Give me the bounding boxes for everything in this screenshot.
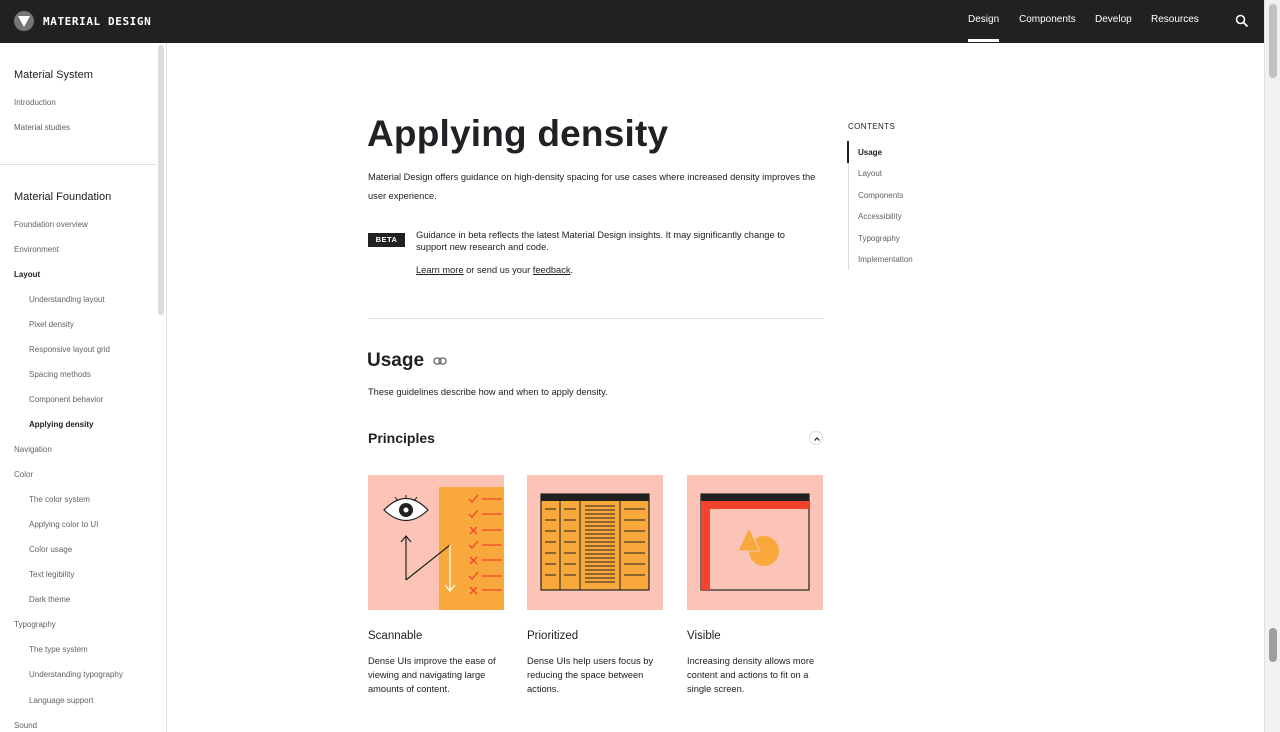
sidebar-item-responsive-layout-grid[interactable]: Responsive layout grid <box>29 345 110 354</box>
sidebar: Material System Introduction Material st… <box>0 43 167 732</box>
sidebar-item-foundation-overview[interactable]: Foundation overview <box>14 220 88 229</box>
card-title-prioritized: Prioritized <box>527 630 579 642</box>
beta-notice-text: Guidance in beta reflects the latest Mat… <box>416 230 785 252</box>
beta-links: Learn more or send us your feedback. <box>416 265 573 275</box>
sidebar-item-pixel-density[interactable]: Pixel density <box>29 320 74 329</box>
beta-links-middle: or send us your <box>463 265 533 275</box>
contents-active-indicator <box>847 141 849 163</box>
page-scrollbar[interactable] <box>1264 0 1280 732</box>
scannable-illustration <box>368 475 504 610</box>
material-logo-icon[interactable] <box>14 11 34 31</box>
toc-item-accessibility[interactable]: Accessibility <box>858 212 902 221</box>
nav-develop[interactable]: Develop <box>1095 14 1132 25</box>
sidebar-item-color-usage[interactable]: Color usage <box>29 545 72 554</box>
sidebar-item-language-support[interactable]: Language support <box>29 696 94 705</box>
toc-item-layout[interactable]: Layout <box>858 169 882 178</box>
sidebar-section-material-system[interactable]: Material System <box>14 69 93 81</box>
sidebar-item-dark-theme[interactable]: Dark theme <box>29 595 70 604</box>
learn-more-link[interactable]: Learn more <box>416 265 464 275</box>
sidebar-item-the-type-system[interactable]: The type system <box>29 645 88 654</box>
toc-item-usage[interactable]: Usage <box>858 148 882 157</box>
sidebar-scrollbar-thumb[interactable] <box>158 45 164 315</box>
intro-paragraph: Material Design offers guidance on high-… <box>368 172 816 201</box>
prioritized-illustration <box>527 475 663 610</box>
sidebar-item-typography[interactable]: Typography <box>14 620 56 629</box>
feedback-link[interactable]: feedback <box>533 265 571 275</box>
link-icon[interactable] <box>433 356 447 366</box>
page-scrollbar-track-marker <box>1269 4 1277 78</box>
card-title-visible: Visible <box>687 630 721 642</box>
card-desc-prioritized: Dense UIs help users focus by reducing t… <box>527 656 654 694</box>
sidebar-item-layout[interactable]: Layout <box>14 270 40 279</box>
collapse-principles-button[interactable] <box>809 431 823 445</box>
sidebar-item-navigation[interactable]: Navigation <box>14 445 52 454</box>
page-title: Applying density <box>367 113 669 154</box>
card-desc-scannable: Dense UIs improve the ease of viewing an… <box>368 656 496 694</box>
sidebar-item-introduction[interactable]: Introduction <box>14 98 56 107</box>
sidebar-section-material-foundation[interactable]: Material Foundation <box>14 191 111 203</box>
brand-title[interactable]: MATERIAL DESIGN <box>43 15 151 28</box>
search-icon[interactable] <box>1235 14 1249 28</box>
beta-badge: BETA <box>368 233 405 247</box>
sidebar-item-material-studies[interactable]: Material studies <box>14 123 70 132</box>
sidebar-item-component-behavior[interactable]: Component behavior <box>29 395 103 404</box>
beta-links-end: . <box>570 265 574 275</box>
nav-design[interactable]: Design <box>968 14 1000 42</box>
toc-item-typography[interactable]: Typography <box>858 234 900 243</box>
principles-heading: Principles <box>368 430 435 446</box>
sidebar-item-sound[interactable]: Sound <box>14 721 37 730</box>
page-scrollbar-thumb[interactable] <box>1269 628 1277 662</box>
sidebar-item-spacing-methods[interactable]: Spacing methods <box>29 370 91 379</box>
sidebar-item-understanding-typography[interactable]: Understanding typography <box>29 670 123 679</box>
nav-resources[interactable]: Resources <box>1151 14 1199 25</box>
sidebar-item-understanding-layout[interactable]: Understanding layout <box>29 295 105 304</box>
toc-item-implementation[interactable]: Implementation <box>858 255 913 264</box>
usage-heading: Usage <box>367 350 425 371</box>
contents-heading: CONTENTS <box>848 122 896 131</box>
sidebar-item-applying-color-to-ui[interactable]: Applying color to UI <box>29 520 98 529</box>
usage-description: These guidelines describe how and when t… <box>368 387 608 397</box>
sidebar-item-the-color-system[interactable]: The color system <box>29 495 90 504</box>
card-desc-visible: Increasing density allows more content a… <box>687 656 815 694</box>
top-app-bar: MATERIAL DESIGN Design Components Develo… <box>0 0 1280 43</box>
card-title-scannable: Scannable <box>368 630 423 642</box>
chevron-up-icon <box>814 437 820 441</box>
toc-item-components[interactable]: Components <box>858 191 903 200</box>
visible-illustration <box>687 475 823 610</box>
sidebar-item-text-legibility[interactable]: Text legibility <box>29 570 74 579</box>
sidebar-item-environment[interactable]: Environment <box>14 245 59 254</box>
section-divider <box>368 318 824 319</box>
sidebar-item-color[interactable]: Color <box>14 470 33 479</box>
sidebar-item-applying-density[interactable]: Applying density <box>29 420 93 429</box>
nav-components[interactable]: Components <box>1019 14 1076 25</box>
sidebar-divider <box>0 164 157 165</box>
